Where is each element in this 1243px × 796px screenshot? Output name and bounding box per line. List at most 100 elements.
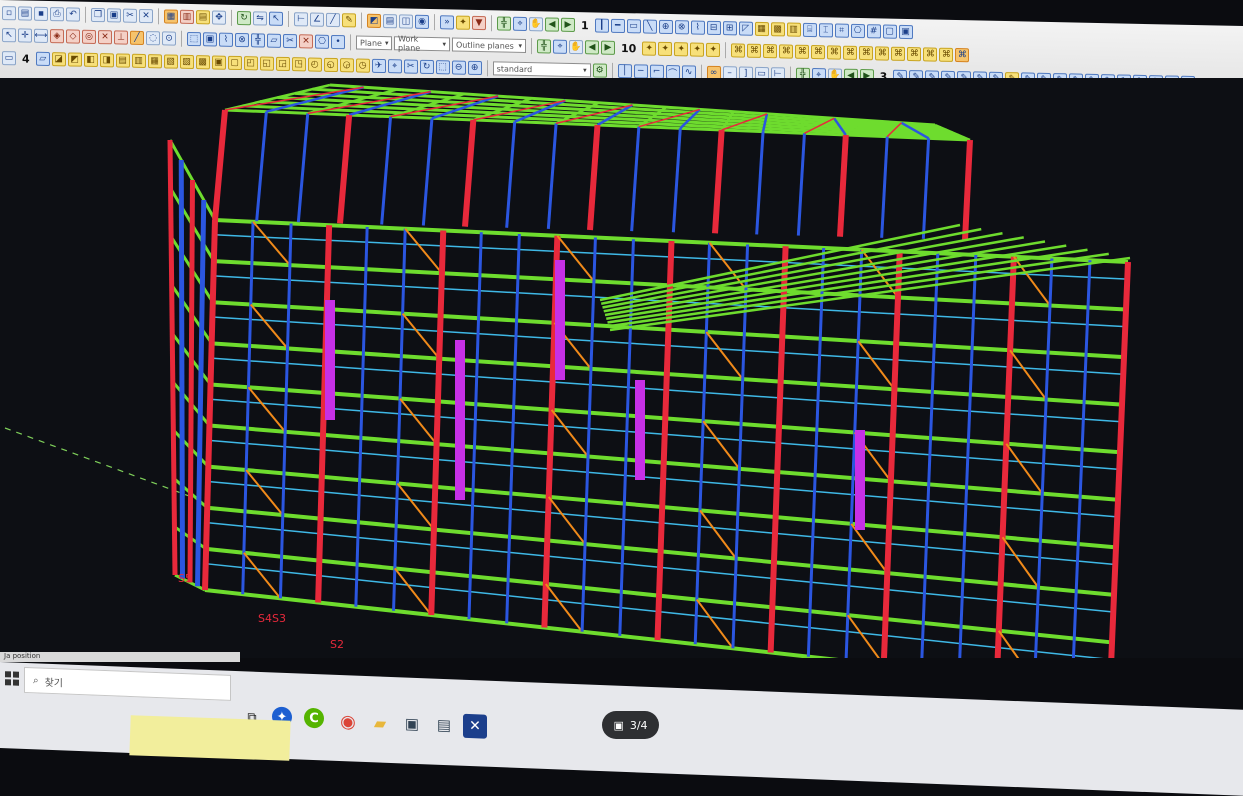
stair-icon[interactable]: ⌸ [802,22,817,38]
select-assembly-icon[interactable]: ⎔ [315,34,329,49]
view-fit-icon[interactable]: ◰ [243,56,258,71]
select-plane-icon[interactable]: ▱ [267,33,281,48]
macro-icon[interactable]: ⌘ [907,47,922,62]
footing-icon[interactable]: ▩ [770,22,785,37]
model-icon[interactable]: ▥ [180,9,194,25]
rotate-view-icon[interactable]: ↻ [419,59,434,75]
gallery-counter-badge[interactable]: ▣ 3/4 [602,711,659,739]
detail-icon[interactable]: ✦ [658,41,673,57]
view-front-icon[interactable]: ▭ [2,51,16,66]
taskbar-search-box[interactable]: ⌕ 찾기 [24,666,231,701]
grid-icon[interactable]: ╬ [497,16,511,31]
pointer-icon[interactable]: ↖ [2,28,16,43]
beam-icon[interactable]: ━ [610,18,625,34]
fly-icon[interactable]: ✈ [371,58,386,74]
snap-center-icon[interactable]: ◎ [82,29,96,45]
clash-check-icon[interactable]: ◩ [367,13,381,28]
macro-icon[interactable]: ⌘ [891,46,906,61]
macro-icon[interactable]: ⌘ [747,43,762,58]
select-all-icon[interactable]: ⬚ [187,31,201,47]
view-top-icon[interactable]: ▱ [35,51,50,67]
horizontal-line-icon[interactable]: ─ [633,64,648,79]
railing-icon[interactable]: ⌶ [818,23,833,38]
arrow-left-icon[interactable]: ◀ [585,40,599,55]
file-explorer-icon[interactable]: ▰ [368,710,392,735]
plate-icon[interactable]: ▭ [626,19,641,34]
paste-icon[interactable]: ▣ [107,8,121,23]
macro-icon[interactable]: ⌘ [827,45,842,60]
macro-icon[interactable]: ⌘ [955,48,970,63]
snap-free-icon[interactable]: ◌ [146,31,160,46]
macro-icon[interactable]: ⌘ [779,44,794,59]
pan-icon[interactable]: ✋ [529,17,543,32]
zoom-window-icon[interactable]: ⬚ [435,60,450,75]
slab-icon[interactable]: ▦ [754,21,769,37]
pen-icon[interactable]: ✎ [342,13,356,28]
dimension-icon[interactable]: ⊢ [294,12,308,27]
polyline-icon[interactable]: ⌐ [649,64,664,79]
select-part-icon[interactable]: ▣ [203,32,217,47]
measure-icon[interactable]: ⟷ [34,28,48,44]
snap-icon[interactable]: ⌖ [513,16,527,32]
numbering-icon[interactable]: # [866,24,881,39]
select-bolt-icon[interactable]: ⊗ [235,32,249,48]
view-right-icon[interactable]: ◨ [99,53,114,68]
light-icon[interactable]: ✦ [456,15,470,30]
view-elev-icon[interactable]: ▨ [179,54,194,70]
macro-icon[interactable]: ⌘ [795,44,810,59]
delete-icon[interactable]: ✕ [139,8,153,24]
macro-icon[interactable]: ⌘ [923,47,938,62]
view-zoom-icon[interactable]: ◱ [259,56,274,71]
snap-perp-icon[interactable]: ⊥ [114,30,128,45]
view-3d-icon[interactable]: ◪ [51,52,66,67]
drawing-icon[interactable]: ▢ [882,24,897,39]
weld-icon[interactable]: ⌇ [690,20,705,35]
zoom-in-icon[interactable]: » [440,15,454,30]
plane-select[interactable]: Plane ▾ [356,35,392,51]
new-file-icon[interactable]: ▫ [2,6,16,21]
macro-icon[interactable]: ⌘ [843,45,858,60]
snap-line-icon[interactable]: ╱ [130,30,144,46]
macro-icon[interactable]: ⌘ [859,46,874,61]
select-grid-icon[interactable]: ╬ [251,33,265,48]
undo-icon[interactable]: ↶ [66,7,80,22]
properties-icon[interactable]: ▦ [164,9,178,24]
view-bottom-icon[interactable]: ▥ [131,53,146,69]
view-named-icon[interactable]: ▢ [227,55,242,71]
move-icon[interactable]: ✥ [212,10,226,25]
detail-icon[interactable]: ✦ [674,42,689,57]
select-point-icon[interactable]: • [331,34,345,50]
window-app-icon[interactable]: ▣ [400,711,424,736]
snap-ref-icon[interactable]: ⊙ [162,31,176,46]
arrow-right-icon[interactable]: ▶ [561,17,575,33]
brace-icon[interactable]: ╲ [642,19,657,34]
macro-icon[interactable]: ⌘ [939,47,954,62]
view-display-icon[interactable]: ◶ [339,58,354,73]
snap-end-icon[interactable]: ◈ [50,29,64,44]
select-cut-icon[interactable]: ✂ [283,33,297,49]
steel-structure-model[interactable]: S5S4S3S2S1SAS1S3S3S2S4S3S2S5TSP [0,78,1243,658]
window-app-icon[interactable]: ▤ [432,713,456,738]
macro-icon[interactable]: ⌘ [811,44,826,60]
chamfer-icon[interactable]: ◸ [738,21,753,36]
view-left-icon[interactable]: ◧ [83,52,98,68]
line-icon[interactable]: ╱ [326,12,340,28]
template-icon[interactable]: ▣ [898,24,913,40]
macro-icon[interactable]: ⌘ [875,46,890,61]
view-back-icon[interactable]: ▤ [115,53,130,68]
view-iso-icon[interactable]: ◩ [67,52,82,67]
zoom-out-icon[interactable]: ⊖ [451,60,466,75]
view-hide-icon[interactable]: ◴ [307,57,322,72]
open-file-icon[interactable]: ▤ [18,6,32,21]
report-icon[interactable]: ▤ [383,14,397,29]
assembly-icon[interactable]: ⎔ [850,23,865,39]
arrow-left-icon[interactable]: ◀ [545,17,559,32]
view-update-icon[interactable]: ◳ [291,57,306,72]
settings-gear-icon[interactable]: ⚙ [592,63,607,78]
bolt-icon[interactable]: ⊗ [674,20,689,35]
mirror-icon[interactable]: ⇋ [253,11,267,26]
column-icon[interactable]: ┃ [594,18,609,33]
view-icon[interactable]: ◫ [399,14,413,29]
zoom-in-icon[interactable]: ⊕ [467,60,482,76]
view-work-icon[interactable]: ▣ [211,55,226,70]
